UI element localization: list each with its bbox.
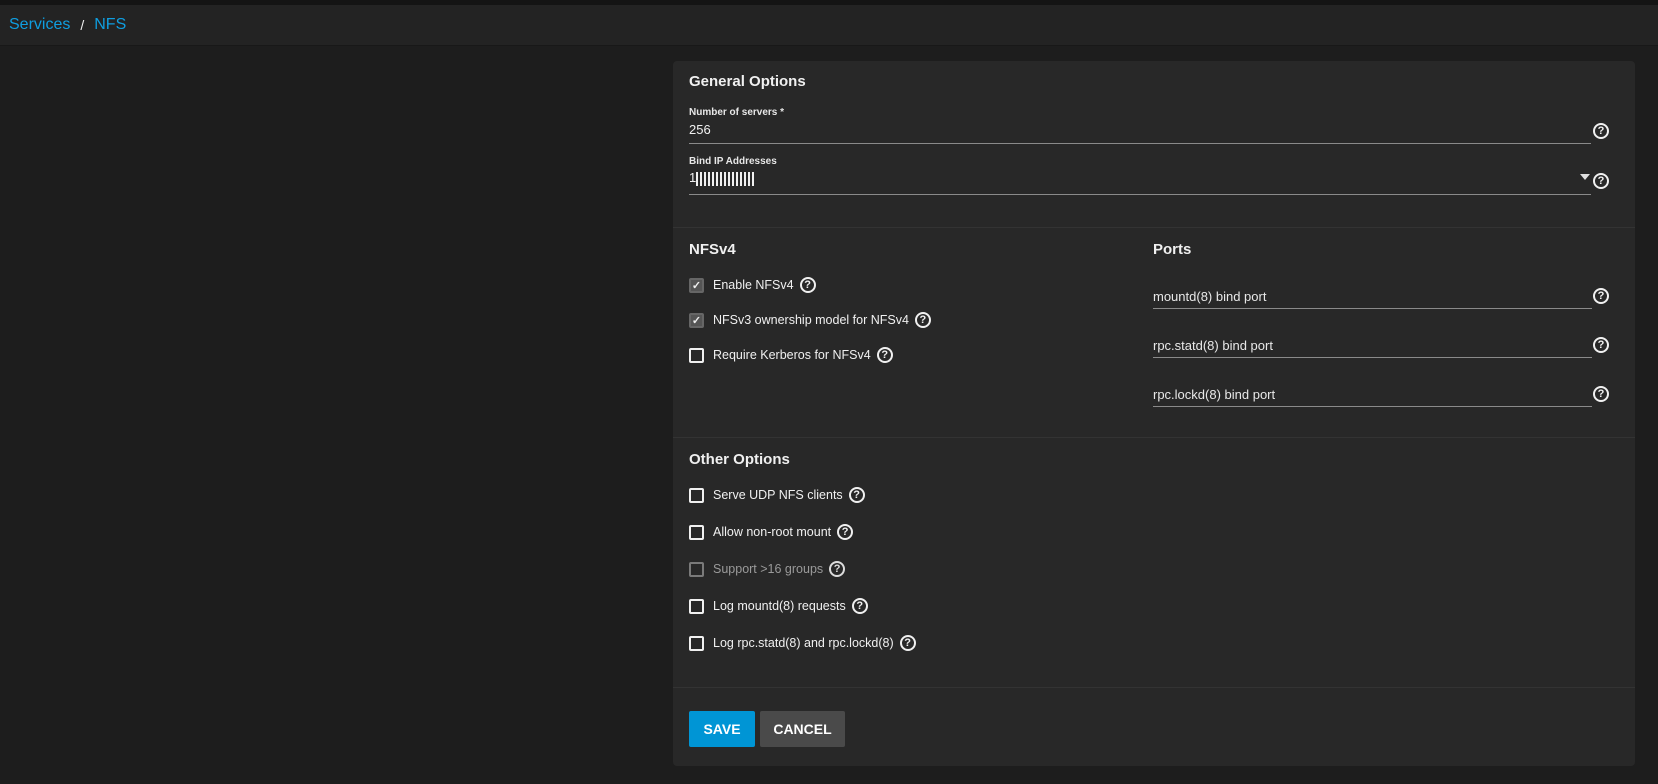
bind-ip-addresses-help-icon[interactable]: ?	[1593, 173, 1609, 189]
enable-nfsv4-option[interactable]: Enable NFSv4 ?	[689, 277, 816, 293]
bind-ip-visible-digit: 1	[689, 170, 697, 185]
statd-port-underline	[1153, 357, 1592, 358]
enable-nfsv4-checkbox[interactable]	[689, 277, 704, 293]
number-of-servers-field: Number of servers * 256	[689, 107, 1591, 145]
other-options-title: Other Options	[689, 451, 790, 468]
nfs-settings-card: General Options Number of servers * 256 …	[673, 61, 1635, 766]
number-of-servers-help-icon[interactable]: ?	[1593, 123, 1609, 139]
statd-port-help-icon[interactable]: ?	[1593, 337, 1609, 353]
nfsv3-ownership-option[interactable]: NFSv3 ownership model for NFSv4 ?	[689, 312, 931, 328]
bind-ip-addresses-label: Bind IP Addresses	[689, 156, 777, 167]
statd-port-input[interactable]: rpc.statd(8) bind port	[1153, 338, 1273, 353]
bind-ip-addresses-value[interactable]: 1	[689, 170, 755, 186]
log-mountd-option[interactable]: Log mountd(8) requests ?	[689, 598, 868, 614]
nfsv3-ownership-checkbox[interactable]	[689, 312, 704, 328]
section-divider	[673, 437, 1635, 438]
general-options-title: General Options	[689, 73, 806, 90]
number-of-servers-input[interactable]: 256	[689, 122, 711, 137]
mountd-port-field[interactable]: mountd(8) bind port	[1153, 287, 1592, 311]
support-16-groups-label: Support >16 groups	[713, 562, 824, 576]
lockd-port-input[interactable]: rpc.lockd(8) bind port	[1153, 387, 1275, 402]
log-mountd-help-icon[interactable]: ?	[851, 598, 868, 614]
nfsv3-ownership-help-icon[interactable]: ?	[914, 312, 931, 328]
nfsv4-title: NFSv4	[689, 241, 736, 258]
serve-udp-help-icon[interactable]: ?	[848, 487, 865, 503]
section-divider	[673, 687, 1635, 688]
require-kerberos-help-icon[interactable]: ?	[876, 347, 893, 363]
support-16-groups-option: Support >16 groups ?	[689, 561, 846, 577]
log-statd-lockd-checkbox[interactable]	[689, 635, 704, 651]
allow-non-root-checkbox[interactable]	[689, 524, 704, 540]
statd-port-field[interactable]: rpc.statd(8) bind port	[1153, 336, 1592, 360]
number-of-servers-underline	[689, 143, 1591, 144]
log-statd-lockd-option[interactable]: Log rpc.statd(8) and rpc.lockd(8) ?	[689, 635, 916, 651]
chevron-down-icon[interactable]	[1580, 174, 1590, 180]
number-of-servers-label: Number of servers *	[689, 107, 785, 118]
support-16-groups-checkbox	[689, 561, 704, 577]
breadcrumb-separator: /	[80, 17, 85, 33]
log-statd-lockd-help-icon[interactable]: ?	[899, 635, 916, 651]
serve-udp-checkbox[interactable]	[689, 487, 704, 503]
cancel-button[interactable]: CANCEL	[760, 711, 845, 747]
allow-non-root-label: Allow non-root mount	[713, 525, 832, 539]
mountd-port-underline	[1153, 308, 1592, 309]
mountd-port-help-icon[interactable]: ?	[1593, 288, 1609, 304]
require-kerberos-option[interactable]: Require Kerberos for NFSv4 ?	[689, 347, 893, 363]
serve-udp-label: Serve UDP NFS clients	[713, 488, 843, 502]
nfsv3-ownership-label: NFSv3 ownership model for NFSv4	[713, 313, 909, 327]
breadcrumb-nfs-link[interactable]: NFS	[94, 16, 126, 34]
log-mountd-checkbox[interactable]	[689, 598, 704, 614]
section-divider	[673, 227, 1635, 228]
lockd-port-underline	[1153, 406, 1592, 407]
log-statd-lockd-label: Log rpc.statd(8) and rpc.lockd(8)	[713, 636, 894, 650]
require-kerberos-label: Require Kerberos for NFSv4	[713, 348, 871, 362]
breadcrumb-services-link[interactable]: Services	[9, 16, 70, 34]
allow-non-root-help-icon[interactable]: ?	[837, 524, 854, 540]
enable-nfsv4-label: Enable NFSv4	[713, 278, 794, 292]
mountd-port-input[interactable]: mountd(8) bind port	[1153, 289, 1266, 304]
save-button[interactable]: SAVE	[689, 711, 755, 747]
ports-title: Ports	[1153, 241, 1192, 258]
breadcrumb: Services / NFS	[0, 5, 1658, 46]
lockd-port-help-icon[interactable]: ?	[1593, 386, 1609, 402]
log-mountd-label: Log mountd(8) requests	[713, 599, 846, 613]
bind-ip-addresses-underline	[689, 194, 1591, 195]
allow-non-root-option[interactable]: Allow non-root mount ?	[689, 524, 854, 540]
redacted-ip-mark	[696, 171, 755, 186]
enable-nfsv4-help-icon[interactable]: ?	[799, 277, 816, 293]
require-kerberos-checkbox[interactable]	[689, 347, 704, 363]
bind-ip-addresses-field[interactable]: Bind IP Addresses 1	[689, 156, 1591, 196]
support-16-groups-help-icon[interactable]: ?	[829, 561, 846, 577]
lockd-port-field[interactable]: rpc.lockd(8) bind port	[1153, 385, 1592, 409]
serve-udp-option[interactable]: Serve UDP NFS clients ?	[689, 487, 865, 503]
